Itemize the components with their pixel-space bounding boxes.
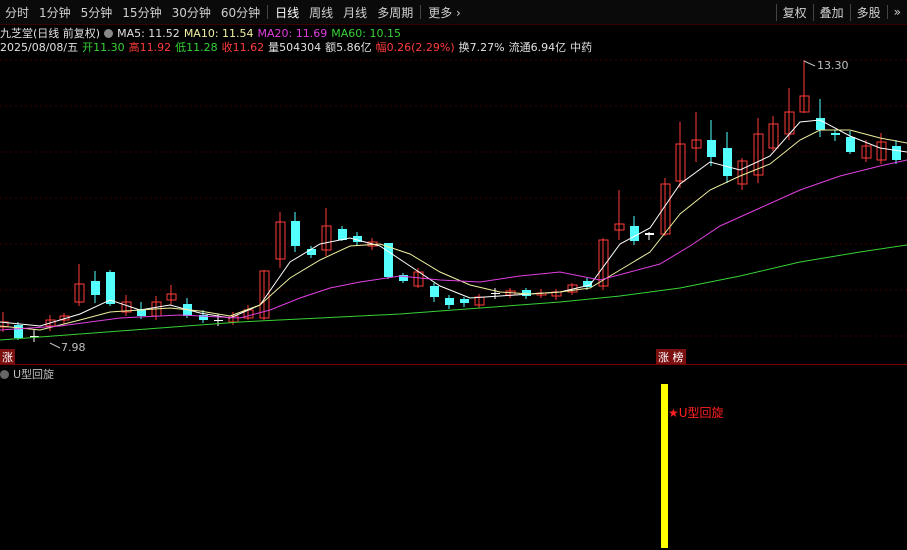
candle-body (645, 233, 654, 235)
candle-body (106, 272, 115, 304)
candle-body (846, 137, 855, 152)
panel-divider (0, 364, 907, 365)
candle-body (214, 320, 223, 321)
candle-body (338, 229, 347, 240)
indicator-signal-label: ★U型回旋 (668, 406, 724, 420)
candle-body (707, 140, 716, 157)
min-price-label: 7.98 (61, 341, 86, 354)
candle-body (831, 133, 840, 135)
candle-body (522, 290, 531, 296)
candle-body (430, 286, 439, 297)
candle-body (723, 148, 732, 176)
min-pointer (49, 342, 61, 349)
candlestick-chart[interactable]: 13.30 7.98 (0, 0, 907, 550)
candle-body (630, 226, 639, 241)
candle-body (445, 298, 454, 305)
indicator-settings-icon[interactable] (0, 369, 9, 379)
max-pointer (803, 60, 816, 67)
ma5-line (0, 119, 907, 327)
ma60-line (0, 244, 907, 341)
candle-body (491, 293, 500, 294)
candle-body (460, 299, 469, 303)
candle-body (291, 221, 300, 246)
candle-body (91, 281, 100, 295)
candle-body (892, 146, 901, 160)
candle-body (14, 325, 23, 338)
indicator-title: U型回旋 (13, 368, 55, 381)
left-marker: 涨 (0, 349, 15, 365)
candle-body (307, 249, 316, 255)
indicator-title-row: U型回旋 (0, 366, 54, 382)
indicator-signal-bar (661, 384, 668, 548)
max-price-label: 13.30 (817, 59, 849, 72)
rank-badge[interactable]: 涨 榜 (656, 349, 686, 365)
